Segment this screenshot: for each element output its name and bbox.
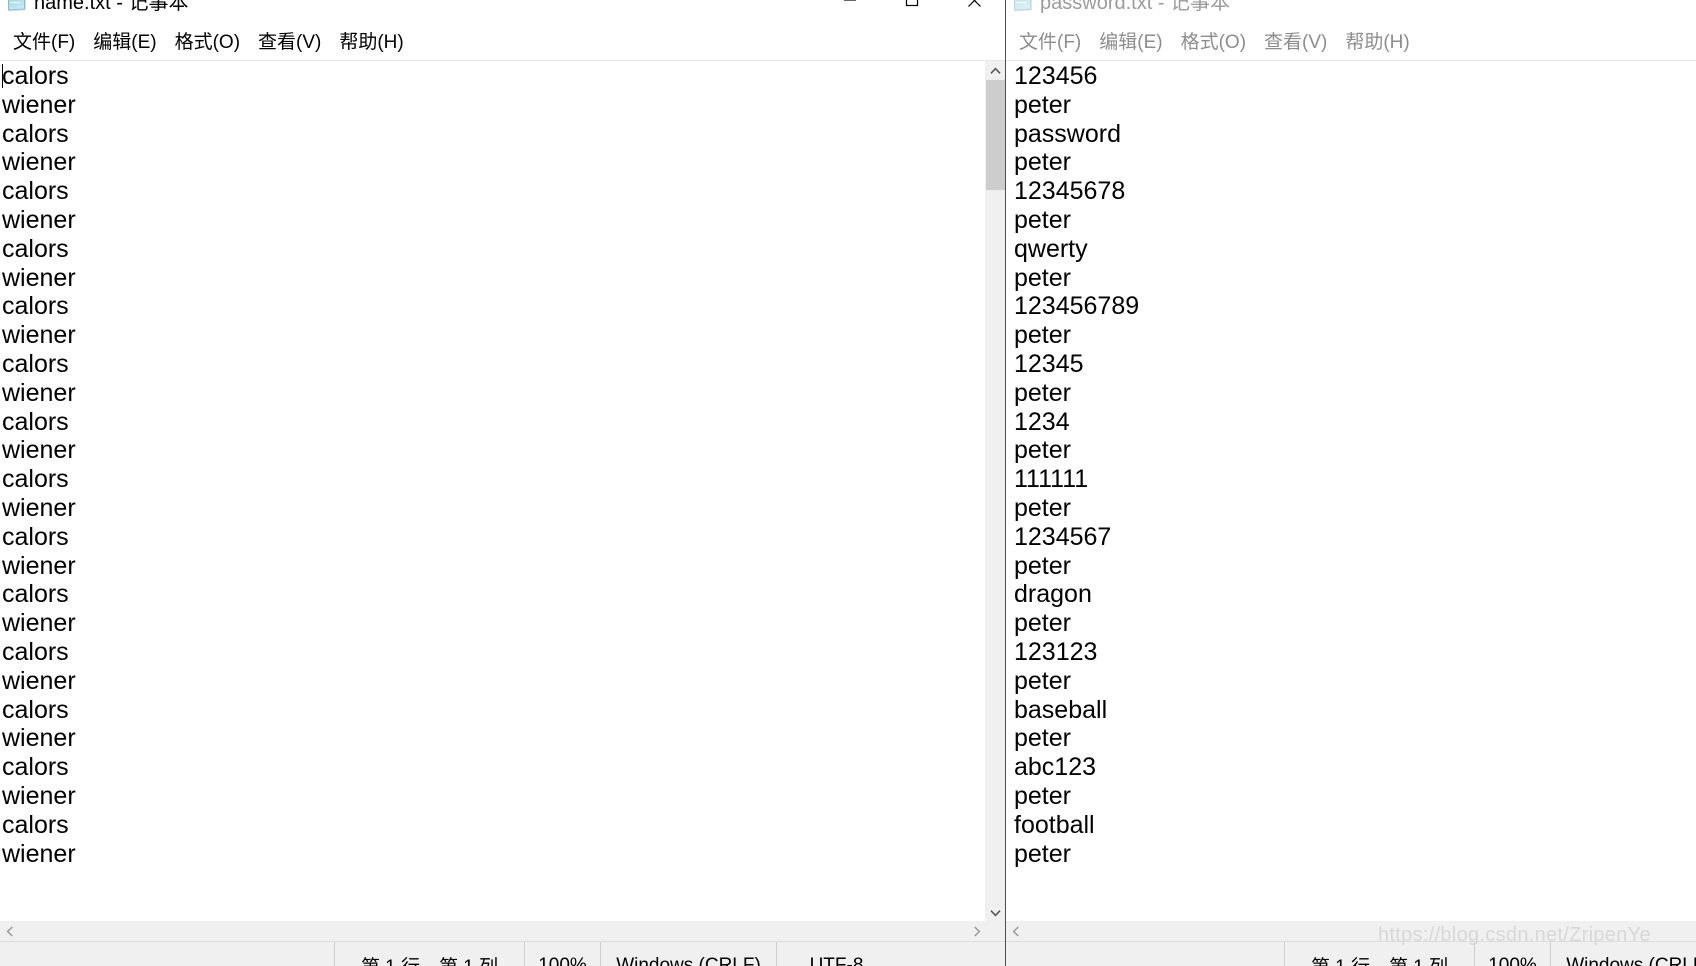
statusbar-left: 第 1 行，第 1 列 100% Windows (CRLF) UTF-8 bbox=[0, 941, 1005, 966]
menu-format-left[interactable]: 格式(O) bbox=[166, 31, 249, 54]
close-button-left[interactable] bbox=[943, 0, 1005, 24]
scroll-up-arrow-left[interactable] bbox=[986, 61, 1005, 80]
editor-text-right[interactable]: 123456 peter password peter 12345678 pet… bbox=[1014, 62, 1676, 923]
horizontal-scrollbar-left[interactable] bbox=[0, 921, 986, 941]
chevron-down-icon bbox=[990, 909, 1001, 917]
titlebar-right[interactable]: password.txt - 记事本 bbox=[1006, 0, 1696, 24]
notepad-window-name-txt[interactable]: name.txt - 记事本 文件(F) 编辑(E) 格式(O) 查看(V) 帮… bbox=[0, 0, 1006, 966]
chevron-left-icon bbox=[6, 926, 13, 937]
notepad-document-icon bbox=[6, 0, 26, 11]
status-zoom-left[interactable]: 100% bbox=[524, 942, 600, 966]
status-cursor-position-left: 第 1 行，第 1 列 bbox=[334, 942, 524, 966]
horizontal-scrollbar-right[interactable] bbox=[1006, 921, 1696, 941]
minimize-icon bbox=[844, 0, 856, 1]
chevron-up-icon bbox=[990, 66, 1001, 74]
menu-view-right[interactable]: 查看(V) bbox=[1255, 31, 1336, 54]
editor-content-right: 123456 peter password peter 12345678 pet… bbox=[1014, 62, 1140, 868]
status-encoding-left: UTF-8 bbox=[776, 942, 896, 966]
menu-help-right[interactable]: 帮助(H) bbox=[1336, 31, 1418, 54]
scroll-left-arrow-left[interactable] bbox=[0, 922, 19, 941]
window-controls-left bbox=[819, 0, 1005, 24]
notepad-document-icon bbox=[1012, 0, 1032, 11]
editor-area-left[interactable]: calors wiener calors wiener calors wiene… bbox=[0, 60, 1005, 941]
maximize-button-left[interactable] bbox=[881, 0, 943, 24]
maximize-icon bbox=[905, 0, 919, 7]
chevron-right-icon bbox=[973, 926, 980, 937]
menubar-left: 文件(F) 编辑(E) 格式(O) 查看(V) 帮助(H) bbox=[0, 24, 1005, 60]
editor-area-right[interactable]: 123456 peter password peter 12345678 pet… bbox=[1006, 60, 1696, 941]
chevron-left-icon bbox=[1012, 926, 1019, 937]
scrollbar-corner-left bbox=[986, 922, 1005, 941]
menu-help-left[interactable]: 帮助(H) bbox=[330, 31, 412, 54]
menu-edit-left[interactable]: 编辑(E) bbox=[84, 31, 165, 54]
menu-format-right[interactable]: 格式(O) bbox=[1172, 31, 1255, 54]
menubar-right: 文件(F) 编辑(E) 格式(O) 查看(V) 帮助(H) bbox=[1006, 24, 1696, 60]
scroll-right-arrow-left[interactable] bbox=[967, 922, 986, 941]
statusbar-right: 第 1 行，第 1 列 100% Windows (CRLF) UTF-8 bbox=[1006, 941, 1696, 966]
notepad-window-password-txt[interactable]: password.txt - 记事本 文件(F) 编辑(E) 格式(O) 查看(… bbox=[1005, 0, 1696, 966]
scroll-down-arrow-left[interactable] bbox=[986, 903, 1005, 922]
vertical-scrollbar-left[interactable] bbox=[985, 61, 1005, 922]
minimize-button-left[interactable] bbox=[819, 0, 881, 24]
desktop-root: name.txt - 记事本 文件(F) 编辑(E) 格式(O) 查看(V) 帮… bbox=[0, 0, 1696, 966]
scroll-left-arrow-right[interactable] bbox=[1006, 922, 1025, 941]
status-zoom-right[interactable]: 100% bbox=[1474, 942, 1550, 966]
editor-content-left: calors wiener calors wiener calors wiene… bbox=[2, 62, 76, 868]
close-icon bbox=[967, 0, 981, 7]
status-cursor-position-right: 第 1 行，第 1 列 bbox=[1284, 942, 1474, 966]
menu-file-right[interactable]: 文件(F) bbox=[1010, 31, 1090, 54]
editor-text-left[interactable]: calors wiener calors wiener calors wiene… bbox=[2, 62, 985, 923]
status-line-ending-left: Windows (CRLF) bbox=[600, 942, 776, 966]
menu-edit-right[interactable]: 编辑(E) bbox=[1090, 31, 1171, 54]
menu-view-left[interactable]: 查看(V) bbox=[249, 31, 330, 54]
status-line-ending-right: Windows (CRLF) bbox=[1550, 942, 1696, 966]
vertical-scroll-thumb-left[interactable] bbox=[986, 80, 1005, 190]
window-title-left: name.txt - 记事本 bbox=[34, 0, 189, 14]
window-title-right: password.txt - 记事本 bbox=[1040, 0, 1231, 14]
titlebar-left[interactable]: name.txt - 记事本 bbox=[0, 0, 1005, 24]
menu-file-left[interactable]: 文件(F) bbox=[4, 31, 84, 54]
